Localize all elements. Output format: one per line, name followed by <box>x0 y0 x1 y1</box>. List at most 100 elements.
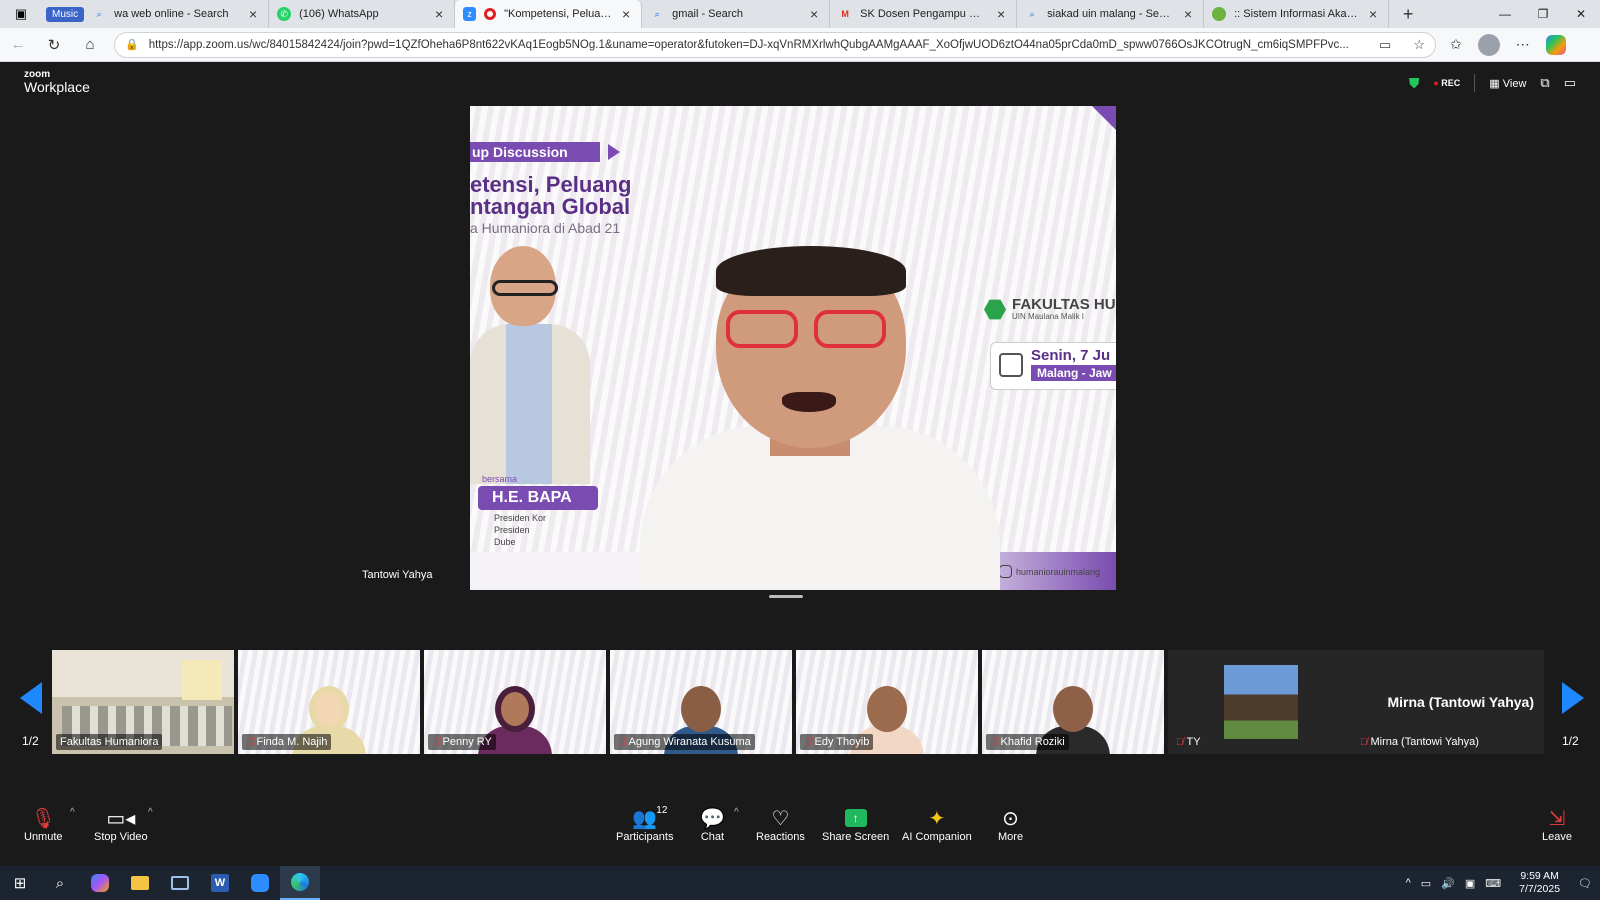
guest-shirt <box>506 324 552 484</box>
participant-tile-avatar[interactable]: Mirna (Tantowi Yahya) 🎙̸ TY 🎙̸ Mirna (Ta… <box>1168 650 1544 754</box>
reactions-button[interactable]: ♡ Reactions <box>756 805 805 844</box>
participant-tile[interactable]: 🎙̸ Khafid Roziki <box>982 650 1164 754</box>
participant-tile[interactable]: 🎙̸ Finda M. Najih <box>238 650 420 754</box>
close-icon[interactable]: × <box>807 6 821 22</box>
participant-tile[interactable]: 🎙̸ Agung Wiranata Kusuma <box>610 650 792 754</box>
close-icon[interactable]: × <box>432 6 446 22</box>
restore-button[interactable]: ❐ <box>1524 0 1562 28</box>
ai-companion-label: AI Companion <box>902 831 972 843</box>
unmute-button[interactable]: 🎙 Unmute <box>24 805 63 844</box>
security-shield-icon[interactable]: ⛊ <box>1409 75 1420 92</box>
close-icon[interactable]: × <box>1366 6 1380 22</box>
network-icon[interactable]: ▭ <box>1421 877 1431 890</box>
chat-options-chevron-icon[interactable]: ^ <box>734 807 739 818</box>
clock-time: 9:59 AM <box>1520 870 1559 882</box>
leave-button[interactable]: ⇲ Leave <box>1542 805 1572 844</box>
sparkle-icon: ✦ <box>928 807 946 830</box>
url-tail-icons: ▭ ☆ <box>1379 37 1425 53</box>
copilot-taskbar-button[interactable] <box>80 866 120 900</box>
tab-sistem-informasi[interactable]: :: Sistem Informasi Akademik U × <box>1204 0 1390 28</box>
grid-icon: ▦ <box>1489 77 1503 90</box>
share-screen-button[interactable]: ↑ Share Screen <box>822 805 889 843</box>
more-menu-icon[interactable]: ⋯ <box>1516 36 1530 53</box>
tab-actions-button[interactable]: ▣ <box>0 0 42 28</box>
camera-in-use-icon[interactable]: ▭ <box>1379 37 1391 53</box>
volume-icon[interactable]: 🔊 <box>1441 877 1455 890</box>
ai-companion-button[interactable]: ✦ AI Companion <box>902 805 972 844</box>
mic-muted-icon: 🎙̸ <box>246 736 254 748</box>
participant-tile[interactable]: 🎙̸ Penny RY <box>424 650 606 754</box>
favorite-star-icon[interactable]: ☆ <box>1413 37 1425 53</box>
close-window-button[interactable]: ✕ <box>1562 0 1600 28</box>
clock[interactable]: 9:59 AM 7/7/2025 <box>1519 870 1560 896</box>
edge-button[interactable] <box>280 866 320 900</box>
refresh-button[interactable]: ↻ <box>36 28 72 62</box>
slide-instagram: humaniorauinmalang <box>998 565 1100 578</box>
keyboard-icon[interactable]: ⌨ <box>1485 877 1501 890</box>
participant-tile[interactable]: 🎙̸ Edy Thoyib <box>796 650 978 754</box>
tab-label: wa web online - Search <box>114 8 229 20</box>
mic-muted-icon: 🎙̸ <box>1176 736 1184 748</box>
tab-zoom-meeting[interactable]: z "Kompetensi, Peluang dan × <box>455 0 643 28</box>
copilot-icon <box>91 874 109 892</box>
fullscreen-icon[interactable]: ▭ <box>1564 75 1576 91</box>
search-icon: ⌕ <box>654 8 660 19</box>
more-button[interactable]: ⊙ More <box>998 805 1023 844</box>
tab-gmail-search[interactable]: ⌕ gmail - Search × <box>642 0 831 28</box>
notifications-icon[interactable]: 🗨 <box>1578 877 1592 890</box>
music-tab-group[interactable]: Music <box>46 6 85 22</box>
participant-head <box>1053 686 1093 732</box>
gallery-prev-arrow-icon[interactable] <box>20 682 42 714</box>
audio-options-chevron-icon[interactable]: ^ <box>70 807 75 818</box>
participants-button[interactable]: 👥 12 Participants <box>616 805 673 843</box>
active-speaker-video[interactable]: up Discussion etensi, Peluang ntangan Gl… <box>470 106 1116 590</box>
participant-name: Finda M. Najih <box>256 736 328 748</box>
participant-head <box>309 686 349 732</box>
stop-video-button[interactable]: ▭◂ Stop Video <box>94 805 148 844</box>
zoom-app-button[interactable] <box>240 866 280 900</box>
close-icon[interactable]: × <box>246 6 260 22</box>
url-field[interactable]: 🔒 https://app.zoom.us/wc/84015842424/joi… <box>114 31 1436 58</box>
leave-icon: ⇲ <box>1548 807 1566 830</box>
video-options-chevron-icon[interactable]: ^ <box>148 807 153 818</box>
resize-handle[interactable] <box>769 595 803 598</box>
event-date: Senin, 7 Ju <box>1031 347 1111 364</box>
participant-tile[interactable]: Fakultas Humaniora <box>52 650 234 754</box>
tab-whatsapp[interactable]: ✆ (106) WhatsApp × <box>269 0 456 28</box>
slide-corner-decoration <box>1092 106 1116 130</box>
tab-siakad-search[interactable]: ⌕ siakad uin malang - Search × <box>1017 0 1205 28</box>
minimize-button[interactable]: — <box>1486 0 1524 28</box>
profile-avatar[interactable] <box>1477 33 1500 56</box>
close-icon[interactable]: × <box>619 6 633 22</box>
participant-name: Edy Thoyib <box>814 736 870 748</box>
remote-desktop-button[interactable] <box>160 866 200 900</box>
word-button[interactable]: W <box>200 866 240 900</box>
chat-button[interactable]: 💬 Chat <box>700 805 725 844</box>
home-button[interactable]: ⌂ <box>72 28 108 62</box>
tab-wa-web-search[interactable]: ⌕ wa web online - Search × <box>84 0 270 28</box>
gallery-next-arrow-icon[interactable] <box>1562 682 1584 714</box>
new-tab-button[interactable]: + <box>1395 4 1421 25</box>
video-camera-icon: ▭◂ <box>106 807 136 830</box>
whatsapp-icon: ✆ <box>277 7 292 21</box>
participants-label: Participants <box>616 831 674 843</box>
copilot-icon[interactable] <box>1545 34 1566 55</box>
windows-logo-icon: ⊞ <box>13 875 27 892</box>
zoom-icon <box>251 874 269 892</box>
file-explorer-button[interactable] <box>120 866 160 900</box>
search-icon: ⌕ <box>96 8 102 19</box>
favorites-icon[interactable]: ✩ <box>1450 36 1462 53</box>
lock-icon[interactable]: 🔒 <box>125 38 139 51</box>
search-button[interactable]: ⌕ <box>40 866 80 900</box>
close-icon[interactable]: × <box>1181 6 1195 22</box>
tab-sk-dosen[interactable]: M SK Dosen Pengampu MK Semes × <box>830 0 1018 28</box>
view-button[interactable]: ▦ View <box>1489 77 1526 90</box>
show-hidden-icons-chevron-icon[interactable]: ^ <box>1406 877 1411 889</box>
recording-indicator[interactable]: ● REC <box>1433 78 1460 88</box>
leave-label: Leave <box>1542 831 1572 843</box>
close-icon[interactable]: × <box>994 6 1008 22</box>
picture-in-picture-icon[interactable]: ⧉ <box>1540 75 1549 91</box>
back-button[interactable]: ← <box>0 28 36 62</box>
meet-now-icon[interactable]: ▣ <box>1465 877 1475 890</box>
start-button[interactable]: ⊞ <box>0 866 40 900</box>
